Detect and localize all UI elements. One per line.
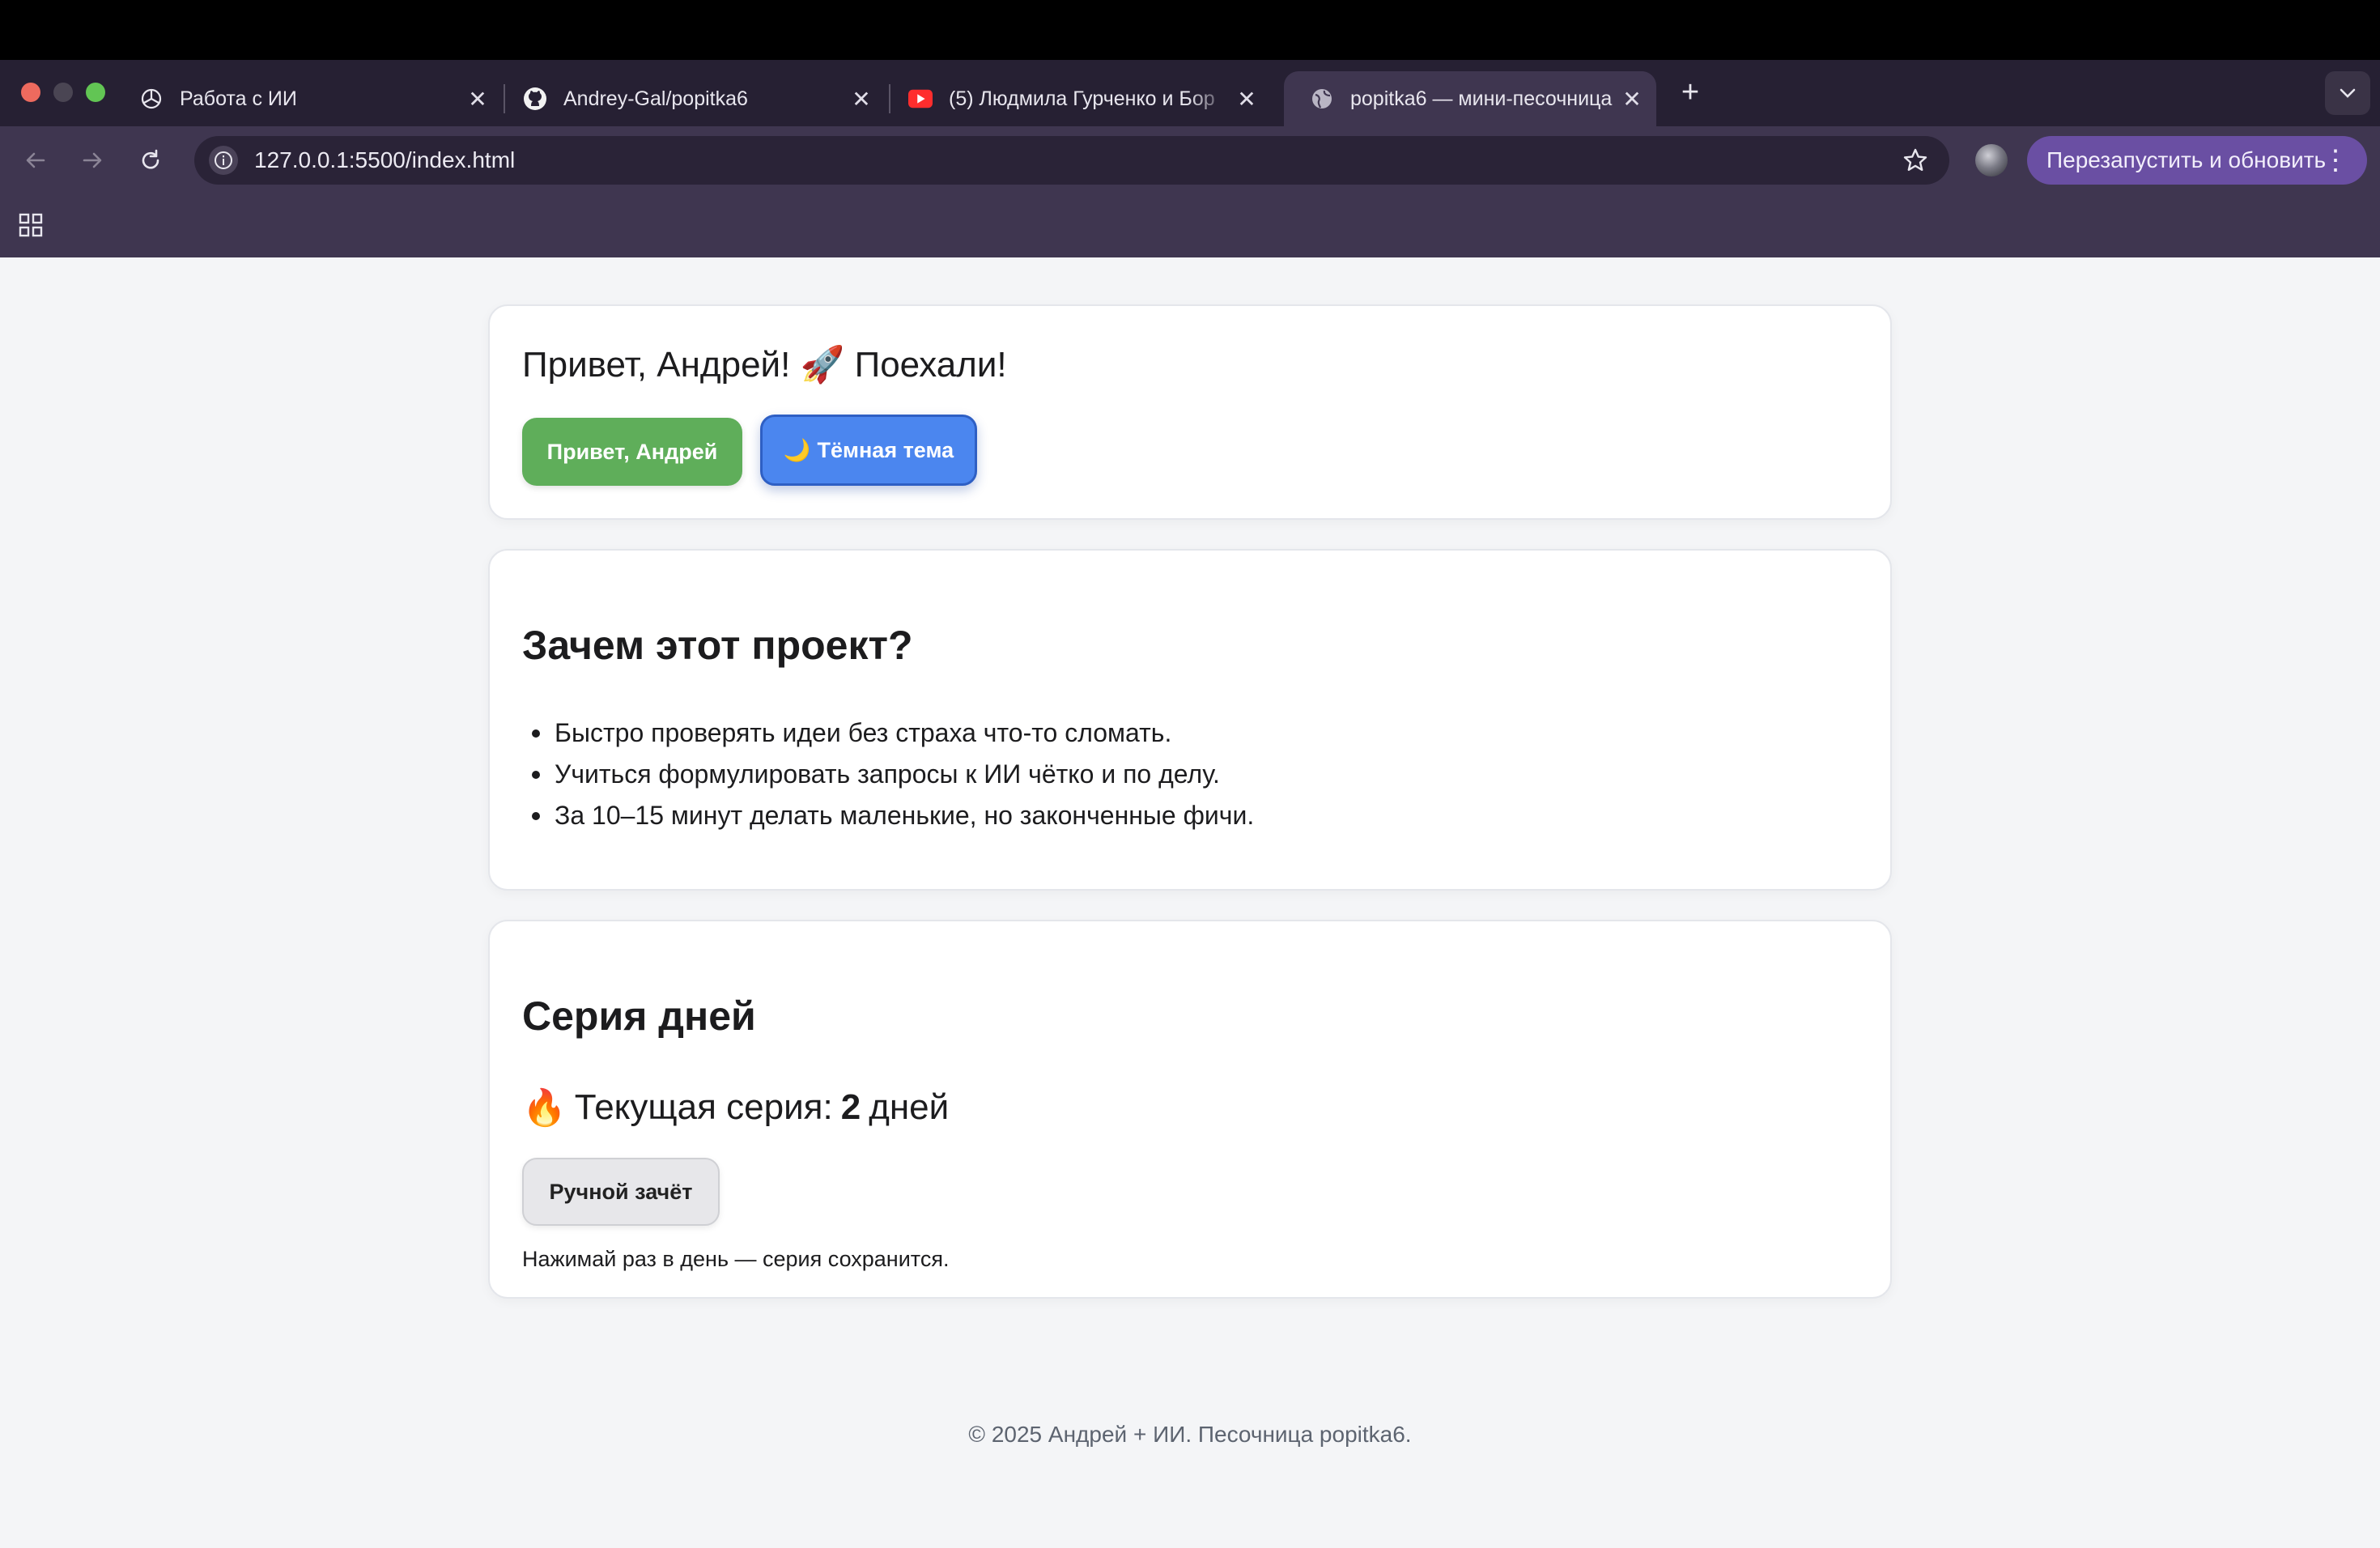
- openai-icon: [139, 87, 164, 111]
- fire-icon: 🔥: [522, 1088, 567, 1128]
- streak-status: 🔥 Текущая серия: 2 дней: [522, 1087, 949, 1129]
- screen-top-bar: [0, 0, 2380, 60]
- github-icon: [523, 87, 547, 111]
- window-close-button[interactable]: [21, 83, 40, 102]
- bookmark-star-icon[interactable]: [1901, 146, 1930, 175]
- greet-button[interactable]: Привет, Андрей: [522, 418, 742, 486]
- new-tab-button[interactable]: +: [1672, 74, 1708, 110]
- tab-strip: Работа с ИИ ✕ Andrey-Gal/popitka6 ✕ (5) …: [0, 60, 2380, 126]
- youtube-icon: [908, 87, 933, 111]
- browser-toolbar: 127.0.0.1:5500/index.html Перезапустить …: [0, 126, 2380, 193]
- streak-unit: дней: [869, 1087, 950, 1127]
- tab-title: popitka6 — мини-песочница: [1350, 87, 1613, 110]
- manual-credit-button[interactable]: Ручной зачёт: [522, 1158, 720, 1226]
- greeting-text: Привет, Андрей! 🚀 Поехали!: [522, 345, 1007, 385]
- chevron-down-icon: [2340, 88, 2356, 98]
- tab-title: Работа с ИИ: [180, 87, 297, 110]
- list-item: Учиться формулировать запросы к ИИ чётко…: [531, 754, 1254, 795]
- close-icon[interactable]: ✕: [845, 83, 878, 115]
- back-arrow-icon: [26, 152, 45, 168]
- window-minimize-button[interactable]: [53, 83, 73, 102]
- relaunch-update-button[interactable]: Перезапустить и обновить ⋮: [2027, 136, 2367, 185]
- close-icon[interactable]: ✕: [1616, 83, 1648, 115]
- profile-avatar[interactable]: [1975, 144, 2008, 176]
- bookmarks-bar: [0, 193, 2380, 257]
- tab-title: (5) Людмила Гурченко и Бор: [949, 87, 1215, 110]
- about-card: Зачем этот проект? Быстро проверять идеи…: [488, 549, 1892, 891]
- relaunch-label: Перезапустить и обновить: [2046, 147, 2327, 172]
- more-menu-icon[interactable]: ⋮: [2322, 144, 2349, 176]
- reload-icon: [142, 149, 159, 169]
- url-text[interactable]: 127.0.0.1:5500/index.html: [254, 147, 515, 173]
- site-info-icon[interactable]: [209, 146, 238, 175]
- list-item: Быстро проверять идеи без страха что-то …: [531, 712, 1254, 754]
- about-title: Зачем этот проект?: [522, 623, 913, 668]
- streak-card: Серия дней 🔥 Текущая серия: 2 дней Ручно…: [488, 920, 1892, 1299]
- close-icon[interactable]: ✕: [461, 83, 494, 115]
- forward-button[interactable]: [71, 139, 113, 181]
- moon-icon: 🌙: [783, 438, 811, 462]
- dark-theme-button[interactable]: 🌙 Тёмная тема: [760, 415, 977, 486]
- close-icon[interactable]: ✕: [1230, 83, 1263, 115]
- reload-button[interactable]: [130, 139, 172, 181]
- streak-title: Серия дней: [522, 993, 756, 1039]
- hero-card: Привет, Андрей! 🚀 Поехали! Привет, Андре…: [488, 304, 1892, 520]
- globe-icon: [1310, 87, 1334, 111]
- tab-popitka6[interactable]: popitka6 — мини-песочница ✕: [1284, 71, 1656, 126]
- tab-work-with-ai[interactable]: Работа с ИИ ✕: [113, 71, 502, 126]
- tab-search-button[interactable]: [2325, 71, 2370, 115]
- footer-text: © 2025 Андрей + ИИ. Песочница popitka6.: [968, 1422, 1412, 1447]
- streak-count: 2: [840, 1087, 861, 1127]
- tab-youtube[interactable]: (5) Людмила Гурченко и Бор ✕: [882, 71, 1271, 126]
- streak-hint: Нажимай раз в день — серия сохранится.: [522, 1247, 950, 1271]
- window-maximize-button[interactable]: [86, 83, 105, 102]
- apps-grid-icon[interactable]: [18, 212, 44, 238]
- reasons-list: Быстро проверять идеи без страха что-то …: [531, 712, 1254, 836]
- tab-github[interactable]: Andrey-Gal/popitka6 ✕: [497, 71, 886, 126]
- tab-title: Andrey-Gal/popitka6: [563, 87, 748, 110]
- page-content: Привет, Андрей! 🚀 Поехали! Привет, Андре…: [0, 257, 2380, 1548]
- dark-theme-label: Тёмная тема: [817, 437, 954, 462]
- streak-label: Текущая серия:: [574, 1087, 833, 1127]
- forward-arrow-icon: [83, 152, 102, 168]
- back-button[interactable]: [15, 139, 57, 181]
- address-bar[interactable]: 127.0.0.1:5500/index.html: [194, 136, 1949, 185]
- list-item: За 10–15 минут делать маленькие, но зако…: [531, 795, 1254, 836]
